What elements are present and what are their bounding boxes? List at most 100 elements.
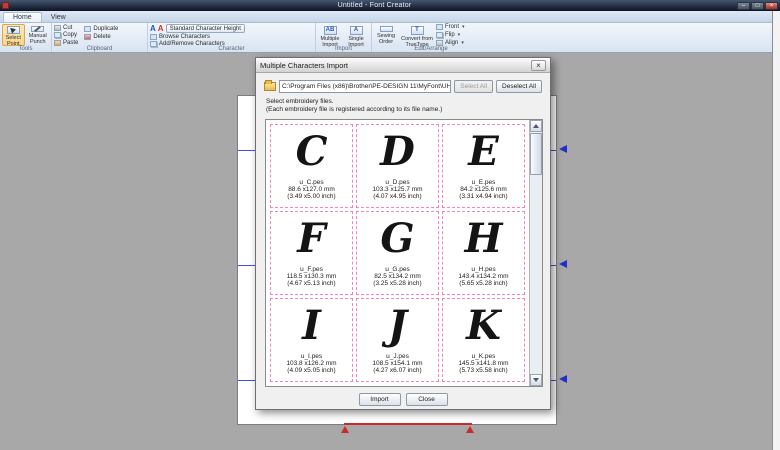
select-point-button[interactable]: Select Point — [2, 24, 25, 46]
size-mm: 103.8 x126.2 mm — [272, 360, 351, 367]
guide-handle-icon[interactable] — [559, 260, 567, 268]
scrollbar-thumb[interactable] — [530, 133, 542, 175]
copy-label: Copy — [63, 32, 77, 38]
cut-button[interactable]: Cut — [54, 25, 78, 31]
window-title: Untitled - Font Creator — [12, 2, 737, 9]
size-mm: 118.5 x130.3 mm — [272, 273, 351, 280]
size-inch: (4.27 x6.07 inch) — [358, 367, 437, 374]
ribbon-group-character: A A Standard Character Height Browse Cha… — [148, 23, 316, 52]
guide-handle-icon[interactable] — [559, 375, 567, 383]
title-bar[interactable]: Untitled - Font Creator – □ × — [0, 0, 780, 11]
character-thumbnail[interactable]: J u_J.pes 108.5 x154.1 mm (4.27 x6.07 in… — [356, 298, 439, 382]
minimize-button[interactable]: – — [737, 2, 750, 10]
character-glyph: F — [272, 213, 351, 265]
character-glyph: E — [444, 126, 523, 178]
manual-punch-label: Manual Punch — [28, 33, 49, 45]
delete-label: Delete — [93, 34, 110, 40]
file-name: u_E.pes — [444, 179, 523, 186]
arrow-down-icon — [533, 378, 539, 382]
cut-label: Cut — [63, 25, 72, 31]
dialog-title-bar[interactable]: Multiple Characters Import × — [256, 58, 550, 73]
size-inch: (5.73 x5.58 inch) — [444, 367, 523, 374]
character-thumbnail[interactable]: C u_C.pes 88.6 x127.0 mm (3.49 x5.00 inc… — [270, 124, 353, 208]
front-label: Front — [445, 24, 459, 30]
tab-home[interactable]: Home — [3, 12, 42, 22]
character-glyph: I — [272, 300, 351, 352]
sewing-order-button[interactable]: Sewing Order — [374, 24, 398, 46]
ribbon-tab-row: Home View — [0, 11, 772, 23]
character-thumbnail[interactable]: K u_K.pes 145.5 x141.8 mm (5.73 x5.58 in… — [442, 298, 525, 382]
deselect-all-button[interactable]: Deselect All — [496, 80, 542, 93]
file-name: u_J.pes — [358, 353, 437, 360]
paste-icon — [54, 40, 61, 46]
align-button[interactable]: Align ▾ — [436, 39, 465, 46]
file-name: u_I.pes — [272, 353, 351, 360]
align-icon — [436, 40, 443, 46]
character-grid: C u_C.pes 88.6 x127.0 mm (3.49 x5.00 inc… — [266, 120, 529, 386]
ribbon: Select Point Manual Punch Tools Cut — [0, 23, 772, 53]
guide-handle-icon[interactable] — [559, 145, 567, 153]
folder-icon — [264, 82, 276, 91]
flip-label: Flip — [445, 32, 455, 38]
size-mm: 88.6 x127.0 mm — [272, 186, 351, 193]
group-label-import: Import — [316, 46, 371, 52]
group-label-tools: Tools — [0, 46, 51, 52]
single-import-icon: A — [350, 26, 363, 35]
front-button[interactable]: Front ▾ — [436, 24, 465, 31]
group-label-clipboard: Clipboard — [52, 46, 147, 52]
instruction-line-1: Select embroidery files. — [266, 98, 540, 106]
multiple-import-button[interactable]: AB Multiple Import — [318, 24, 342, 46]
instruction-text: Select embroidery files. (Each embroider… — [266, 98, 540, 114]
copy-button[interactable]: Copy — [54, 32, 78, 38]
select-all-button[interactable]: Select All — [454, 80, 493, 93]
size-inch: (3.49 x5.00 inch) — [272, 193, 351, 200]
size-mm: 143.4 x134.2 mm — [444, 273, 523, 280]
scroll-up-button[interactable] — [530, 120, 542, 132]
character-thumbnail[interactable]: E u_E.pes 84.2 x125.6 mm (3.31 x4.94 inc… — [442, 124, 525, 208]
close-dialog-button[interactable]: Close — [406, 393, 448, 406]
ribbon-group-import: AB Multiple Import A Single Import Impor… — [316, 23, 372, 52]
baseline-handle-icon[interactable] — [466, 426, 474, 433]
multiple-import-icon: AB — [324, 26, 337, 35]
flip-button[interactable]: Flip ▾ — [436, 32, 465, 39]
character-glyph: H — [444, 213, 523, 265]
list-scrollbar[interactable] — [529, 120, 542, 386]
size-inch: (3.31 x4.94 inch) — [444, 193, 523, 200]
delete-button[interactable]: Delete — [84, 33, 118, 40]
character-glyph: K — [444, 300, 523, 352]
manual-punch-button[interactable]: Manual Punch — [27, 24, 50, 46]
dialog-close-button[interactable]: × — [531, 60, 546, 71]
file-name: u_F.pes — [272, 266, 351, 273]
character-thumbnail[interactable]: G u_G.pes 82.5 x134.2 mm (3.25 x5.28 inc… — [356, 211, 439, 295]
scroll-down-button[interactable] — [530, 374, 542, 386]
paste-label: Paste — [63, 40, 78, 46]
browse-characters-button[interactable]: Browse Characters — [150, 34, 210, 40]
convert-from-truetype-button[interactable]: T Convert from TrueType — [400, 24, 434, 46]
front-icon — [436, 24, 443, 30]
single-import-button[interactable]: A Single Import — [344, 24, 368, 46]
character-thumbnail[interactable]: I u_I.pes 103.8 x126.2 mm (4.09 x5.05 in… — [270, 298, 353, 382]
duplicate-button[interactable]: Duplicate — [84, 25, 118, 32]
import-button[interactable]: Import — [359, 393, 401, 406]
baseline-handle-icon[interactable] — [341, 426, 349, 433]
align-label: Align — [445, 40, 458, 46]
char-height-icon-a: A — [150, 24, 156, 33]
character-glyph: J — [358, 300, 437, 352]
maximize-button[interactable]: □ — [751, 2, 764, 10]
folder-path: C:\Program Files (x86)\Brother\PE-DESIGN… — [279, 80, 451, 93]
manual-punch-icon — [31, 26, 44, 32]
character-thumbnail[interactable]: F u_F.pes 118.5 x130.3 mm (4.67 x5.13 in… — [270, 211, 353, 295]
size-inch: (3.25 x5.28 inch) — [358, 280, 437, 287]
character-list: C u_C.pes 88.6 x127.0 mm (3.49 x5.00 inc… — [265, 119, 543, 387]
close-button[interactable]: × — [765, 2, 778, 10]
right-scroll-strip[interactable] — [772, 11, 780, 450]
tab-view[interactable]: View — [42, 13, 75, 22]
instruction-line-2: (Each embroidery file is registered acco… — [266, 106, 540, 114]
character-thumbnail[interactable]: H u_H.pes 143.4 x134.2 mm (5.65 x5.28 in… — [442, 211, 525, 295]
standard-character-height-button[interactable]: Standard Character Height — [166, 24, 245, 33]
browse-characters-icon — [150, 34, 157, 40]
character-thumbnail[interactable]: D u_D.pes 103.3 x125.7 mm (4.07 x4.95 in… — [356, 124, 439, 208]
file-name: u_K.pes — [444, 353, 523, 360]
group-label-character: Character — [148, 46, 315, 52]
arrow-up-icon — [533, 124, 539, 128]
